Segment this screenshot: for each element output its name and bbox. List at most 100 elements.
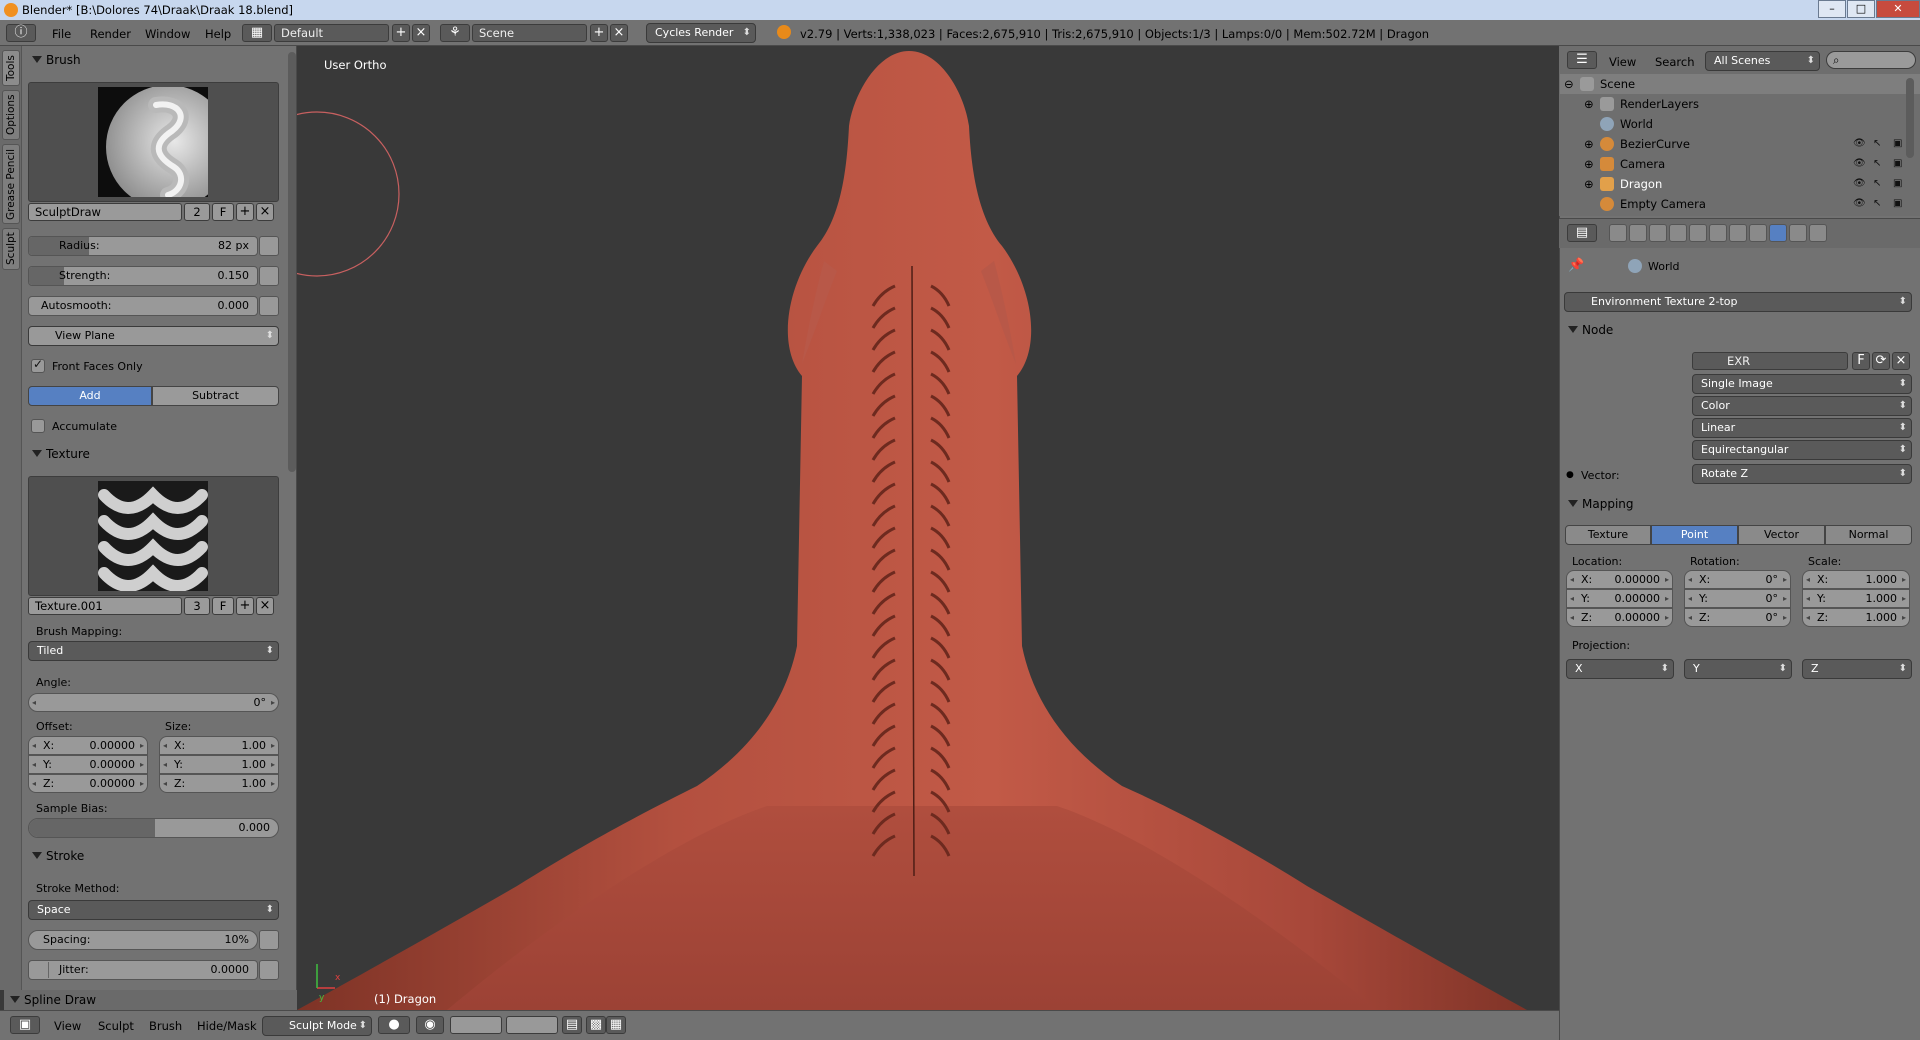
particles-tab-icon[interactable] bbox=[1789, 224, 1807, 242]
add-layout-icon[interactable]: + bbox=[392, 24, 410, 42]
subtract-direction-button[interactable]: Subtract bbox=[152, 386, 279, 406]
location-z-field[interactable]: Z:0.00000 bbox=[1566, 608, 1673, 627]
image-fake-user-button[interactable]: F bbox=[1852, 352, 1870, 370]
unlink-texture-icon[interactable]: × bbox=[256, 597, 274, 615]
offset-z-field[interactable]: Z:0.00000 bbox=[28, 774, 148, 793]
texture-users-count[interactable]: 3 bbox=[184, 597, 210, 615]
close-button[interactable]: ✕ bbox=[1876, 0, 1920, 18]
autosmooth-pressure-icon[interactable] bbox=[259, 296, 279, 316]
maximize-button[interactable]: □ bbox=[1847, 0, 1875, 18]
scale-y-field[interactable]: Y:1.000 bbox=[1802, 589, 1910, 608]
image-name-field[interactable]: EXR bbox=[1692, 352, 1848, 370]
tab-options[interactable]: Options bbox=[2, 90, 20, 140]
mapping-panel-header[interactable]: Mapping bbox=[1562, 494, 1634, 514]
outliner-menu-search[interactable]: Search bbox=[1655, 55, 1695, 69]
brush-users-count[interactable]: 2 bbox=[184, 203, 210, 221]
strength-pressure-icon[interactable] bbox=[259, 266, 279, 286]
projection-x-select[interactable]: X bbox=[1566, 659, 1674, 679]
stroke-panel-header[interactable]: Stroke bbox=[26, 846, 84, 866]
angle-field[interactable]: 0° bbox=[28, 693, 279, 712]
spline-draw-panel-header[interactable]: Spline Draw bbox=[4, 990, 297, 1010]
mapping-tab-normal[interactable]: Normal bbox=[1825, 525, 1912, 545]
outliner-row-camera[interactable]: ⊕ Camera 👁 ↖ ▣ bbox=[1560, 154, 1920, 174]
spacing-slider[interactable]: Spacing: 10% bbox=[28, 930, 258, 950]
delete-layout-icon[interactable]: × bbox=[412, 24, 430, 42]
image-source-select[interactable]: Single Image bbox=[1692, 374, 1912, 394]
scene-tab-icon[interactable] bbox=[1649, 224, 1667, 242]
menu-help[interactable]: Help bbox=[205, 27, 231, 41]
anim-render-icon[interactable]: ▦ bbox=[606, 1016, 626, 1034]
radius-pressure-icon[interactable] bbox=[259, 236, 279, 256]
pivot-icon[interactable]: ◉ bbox=[416, 1016, 444, 1034]
layout-name-field[interactable]: Default bbox=[274, 24, 389, 42]
delete-scene-icon[interactable]: × bbox=[610, 24, 628, 42]
minimize-button[interactable]: – bbox=[1818, 0, 1846, 18]
outliner-row-dragon[interactable]: ⊕ Dragon 👁 ↖ ▣ bbox=[1560, 174, 1920, 194]
radius-slider[interactable]: Radius: 82 px bbox=[28, 236, 258, 256]
render-preview-icon[interactable]: ▤ bbox=[562, 1016, 582, 1034]
image-browse-icon[interactable]: ⟳ bbox=[1872, 352, 1890, 370]
menu-file[interactable]: File bbox=[52, 27, 71, 41]
outliner-menu-view[interactable]: View bbox=[1609, 55, 1636, 69]
texture-tab-icon[interactable] bbox=[1769, 224, 1787, 242]
vector-socket-icon[interactable]: ● bbox=[1566, 470, 1574, 480]
outliner-scrollbar[interactable] bbox=[1906, 78, 1914, 158]
mapping-tab-point[interactable]: Point bbox=[1651, 525, 1738, 545]
front-faces-checkbox[interactable] bbox=[31, 357, 45, 373]
outliner-row-beziercurve[interactable]: ⊕ BezierCurve 👁 ↖ ▣ bbox=[1560, 134, 1920, 154]
brush-name-field[interactable]: SculptDraw bbox=[28, 203, 182, 221]
layers-tab-icon[interactable] bbox=[1629, 224, 1647, 242]
offset-y-field[interactable]: Y:0.00000 bbox=[28, 755, 148, 774]
render-engine-select[interactable]: Cycles Render bbox=[646, 23, 756, 43]
tab-tools[interactable]: Tools bbox=[2, 50, 20, 86]
outliner-row-scene[interactable]: ⊖ Scene bbox=[1560, 74, 1920, 94]
tool-shelf-scrollbar[interactable] bbox=[288, 52, 296, 472]
sculpt-plane-select[interactable]: View Plane bbox=[28, 326, 279, 346]
vector-input-select[interactable]: Rotate Z bbox=[1692, 464, 1912, 484]
object-tab-icon[interactable] bbox=[1689, 224, 1707, 242]
outliner-row-world[interactable]: World bbox=[1560, 114, 1920, 134]
add-direction-button[interactable]: Add bbox=[28, 386, 152, 406]
brush-preview[interactable] bbox=[28, 82, 279, 209]
location-y-field[interactable]: Y:0.00000 bbox=[1566, 589, 1673, 608]
interpolation-select[interactable]: Linear bbox=[1692, 418, 1912, 438]
viewport-shading-icon[interactable]: ● bbox=[378, 1016, 410, 1034]
layout-browse-icon[interactable]: ▦ bbox=[242, 24, 272, 42]
editor-type-properties-icon[interactable]: ▤ bbox=[1567, 224, 1597, 242]
menu-window[interactable]: Window bbox=[145, 27, 190, 41]
projection-y-select[interactable]: Y bbox=[1684, 659, 1792, 679]
modifiers-tab-icon[interactable] bbox=[1729, 224, 1747, 242]
outliner-search-input[interactable]: ⌕ bbox=[1826, 51, 1916, 69]
editor-type-info-icon[interactable]: ⓘ bbox=[6, 24, 36, 42]
constraints-tab-icon[interactable] bbox=[1709, 224, 1727, 242]
texture-fake-user-button[interactable]: F bbox=[212, 597, 234, 615]
strength-lock-icon[interactable] bbox=[33, 268, 49, 284]
menu-sculpt[interactable]: Sculpt bbox=[98, 1019, 134, 1033]
outliner-filter-select[interactable]: All Scenes bbox=[1705, 51, 1820, 71]
jitter-lock-icon[interactable] bbox=[33, 962, 49, 978]
editor-type-outliner-icon[interactable]: ☰ bbox=[1567, 51, 1597, 69]
strength-slider[interactable]: Strength: 0.150 bbox=[28, 266, 258, 286]
projection-type-select[interactable]: Equirectangular bbox=[1692, 440, 1912, 460]
sample-bias-slider[interactable]: 0.000 bbox=[28, 818, 279, 838]
pin-icon[interactable]: 📌 bbox=[1568, 258, 1584, 273]
3d-viewport[interactable]: User Ortho x y (1) Dragon bbox=[297, 46, 1559, 1010]
camera-render-icon[interactable]: ▩ bbox=[586, 1016, 606, 1034]
brush-panel-header[interactable]: Brush bbox=[26, 50, 81, 70]
jitter-pressure-icon[interactable] bbox=[259, 960, 279, 980]
outliner-row-empty-camera[interactable]: Empty Camera 👁 ↖ ▣ bbox=[1560, 194, 1920, 214]
node-panel-header[interactable]: Node bbox=[1562, 320, 1613, 340]
menu-view[interactable]: View bbox=[54, 1019, 81, 1033]
data-tab-icon[interactable] bbox=[1749, 224, 1767, 242]
brush-fake-user-button[interactable]: F bbox=[212, 203, 234, 221]
texture-panel-header[interactable]: Texture bbox=[26, 444, 90, 464]
render-tab-icon[interactable] bbox=[1609, 224, 1627, 242]
texture-preview[interactable] bbox=[28, 476, 279, 596]
radius-unit-icon[interactable] bbox=[33, 238, 49, 254]
scale-x-field[interactable]: X:1.000 bbox=[1802, 570, 1910, 589]
menu-render[interactable]: Render bbox=[90, 27, 131, 41]
physics-tab-icon[interactable] bbox=[1809, 224, 1827, 242]
offset-x-field[interactable]: X:0.00000 bbox=[28, 736, 148, 755]
spacing-pressure-icon[interactable] bbox=[259, 930, 279, 950]
texture-name-field[interactable]: Texture.001 bbox=[28, 597, 182, 615]
